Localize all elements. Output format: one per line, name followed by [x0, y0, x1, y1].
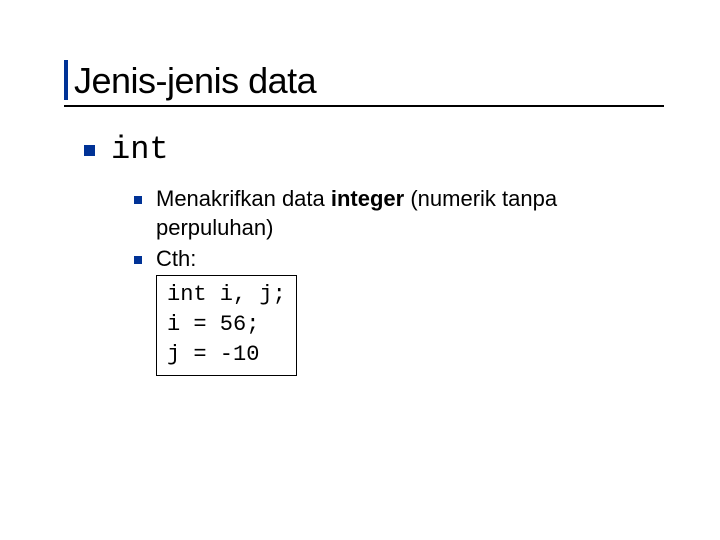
slide: Jenis-jenis data int Menakrifkan data in… — [0, 0, 720, 540]
code-box: int i, j; i = 56; j = -10 — [156, 275, 297, 376]
bullet-level1: int — [84, 131, 680, 169]
bullet-level2: Menakrifkan data integer (numerik tanpa … — [134, 185, 680, 242]
text-prefix: Menakrifkan data — [156, 186, 331, 211]
text-bold: integer — [331, 186, 404, 211]
bullet-level2: Cth: int i, j; i = 56; j = -10 — [134, 245, 680, 377]
square-bullet-icon — [134, 256, 142, 264]
level2-text: Menakrifkan data integer (numerik tanpa … — [156, 185, 676, 242]
example-label: Cth: — [156, 245, 297, 274]
slide-body: int Menakrifkan data integer (numerik ta… — [64, 131, 680, 376]
sublist: Menakrifkan data integer (numerik tanpa … — [84, 185, 680, 376]
level2-text: Cth: int i, j; i = 56; j = -10 — [156, 245, 297, 377]
square-bullet-icon — [84, 145, 95, 156]
level1-label: int — [111, 131, 169, 169]
slide-title: Jenis-jenis data — [74, 60, 316, 102]
title-row: Jenis-jenis data — [64, 60, 680, 104]
square-bullet-icon — [134, 196, 142, 204]
title-accent-bar — [64, 60, 68, 100]
title-underline — [64, 105, 664, 107]
